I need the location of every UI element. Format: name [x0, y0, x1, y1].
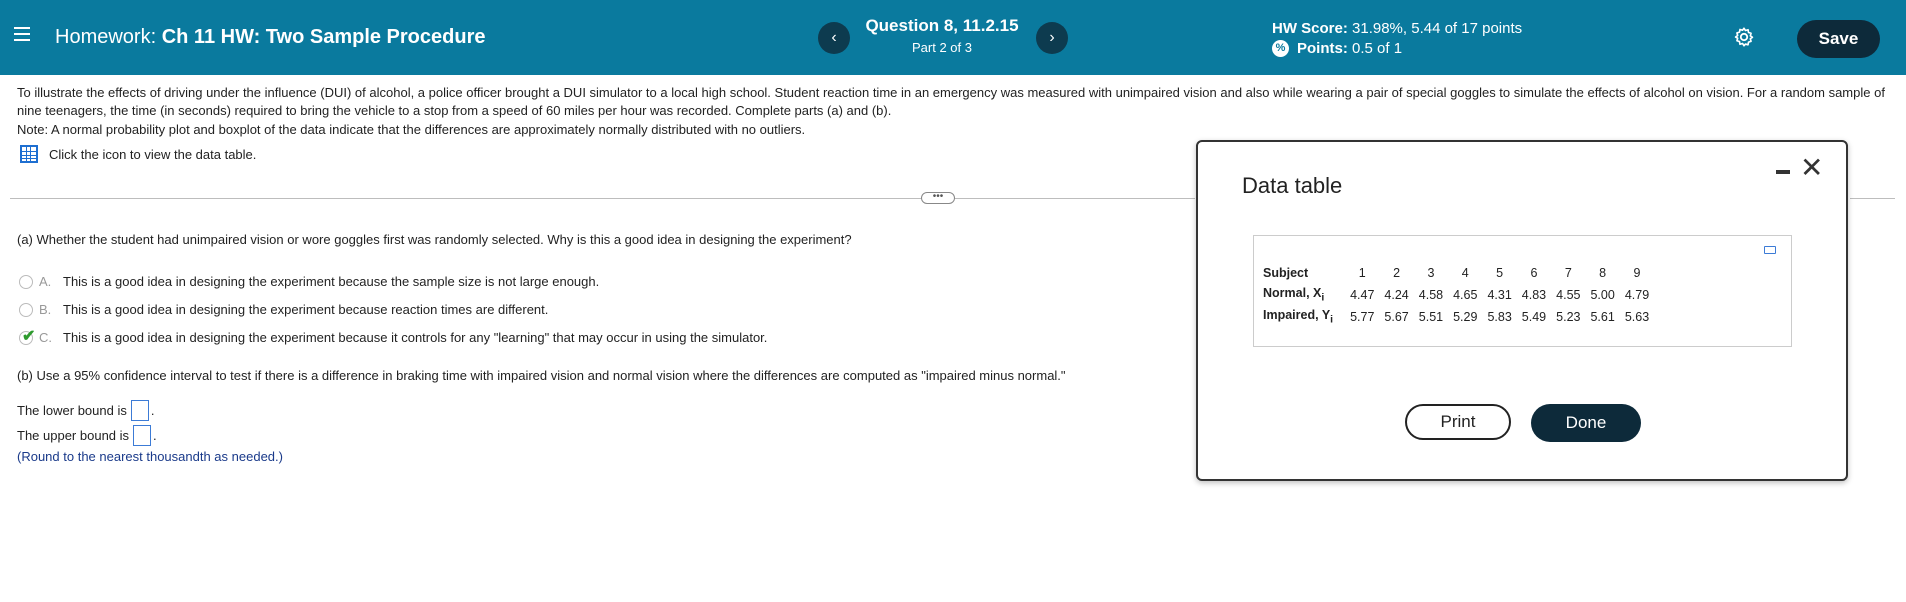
top-bar: Homework: Ch 11 HW: Two Sample Procedure… [0, 0, 1906, 75]
table-cell: 5.77 [1350, 310, 1375, 324]
table-cell: 7 [1564, 266, 1572, 280]
question-title: Question 8, 11.2.15 [865, 16, 1019, 35]
menu-icon[interactable] [14, 27, 30, 41]
table-cell: 6 [1530, 266, 1538, 280]
table-cell: 4.55 [1556, 288, 1581, 302]
lower-bound-input[interactable] [130, 400, 149, 421]
row-header: Subject [1263, 266, 1309, 280]
expand-table-icon[interactable] [1764, 246, 1776, 254]
homework-prefix: Homework: [55, 26, 157, 48]
points: % Points: 0.5 of 1 [1272, 40, 1402, 57]
hw-score-value: 31.98%, 5.44 of 17 points [1352, 20, 1523, 37]
table-cell: 5.83 [1487, 310, 1512, 324]
done-button[interactable]: Done [1531, 404, 1641, 442]
lower-bound-row: The lower bound is . [17, 400, 154, 421]
data-table-dialog: Data table ✕ Subject 1 2 3 4 5 6 7 8 9 Normal, Xi 4… [1196, 140, 1848, 481]
upper-bound-label: The upper bound is [17, 428, 130, 443]
row-header: Impaired, Yi [1263, 308, 1334, 326]
table-cell: 4.58 [1418, 288, 1444, 302]
dialog-title: Data table [1242, 173, 1343, 198]
table-cell: 4.24 [1384, 288, 1409, 302]
radio-button[interactable] [19, 274, 33, 289]
option-text: This is a good idea in designing the exp… [63, 274, 600, 289]
table-cell: 5 [1496, 266, 1504, 280]
option-letter: C. [39, 330, 52, 345]
option-c[interactable]: ✔ C. This is a good idea in designing th… [19, 328, 768, 345]
radio-button[interactable] [19, 302, 33, 317]
table-cell: 4.79 [1624, 288, 1650, 302]
option-text: This is a good idea in designing the exp… [63, 302, 549, 317]
table-cell: 9 [1633, 266, 1641, 280]
minimize-icon[interactable] [1776, 170, 1790, 174]
hw-score: HW Score: 31.98%, 5.44 of 17 points [1272, 20, 1522, 37]
table-cell: 5.00 [1590, 288, 1615, 302]
hw-score-label: HW Score: [1272, 20, 1348, 37]
table-cell: 4.65 [1453, 288, 1478, 302]
row-header: Normal, Xi [1263, 286, 1325, 304]
upper-bound-input[interactable] [133, 425, 152, 446]
data-table-link-text: Click the icon to view the data table. [49, 146, 257, 162]
section-divider [10, 198, 1195, 199]
expand-toggle-button[interactable]: ••• [921, 192, 955, 204]
table-cell: 1 [1358, 266, 1366, 280]
table-cell: 2 [1393, 266, 1401, 280]
rounding-instruction: (Round to the nearest thousandth as need… [17, 449, 283, 464]
table-cell: 4.47 [1350, 288, 1375, 302]
lower-bound-label: The lower bound is [17, 403, 127, 418]
option-letter: B. [39, 302, 52, 317]
homework-title: Homework: Ch 11 HW: Two Sample Procedure [55, 26, 485, 49]
settings-gear-icon[interactable] [1733, 26, 1755, 48]
upper-bound-row: The upper bound is . [17, 425, 157, 446]
table-cell: 3 [1427, 266, 1435, 280]
table-cell: 5.67 [1384, 310, 1409, 324]
table-cell: 5.29 [1453, 310, 1478, 324]
partial-credit-icon: % [1272, 40, 1289, 57]
table-cell: 4 [1461, 266, 1469, 280]
question-intro: To illustrate the effects of driving und… [17, 85, 1885, 118]
option-letter: A. [39, 274, 52, 289]
table-icon[interactable] [20, 145, 38, 163]
radio-button-selected[interactable]: ✔ [19, 328, 35, 345]
table-cell: 8 [1599, 266, 1607, 280]
close-icon[interactable]: ✕ [1800, 154, 1823, 182]
table-cell: 4.83 [1521, 288, 1547, 302]
question-note: Note: A normal probability plot and boxp… [17, 122, 806, 137]
table-cell: 5.23 [1556, 310, 1581, 324]
data-table: Subject 1 2 3 4 5 6 7 8 9 Normal, Xi 4.47 4.24 4.58 4.… [1259, 262, 1654, 328]
homework-name: Ch 11 HW: Two Sample Procedure [161, 26, 486, 48]
table-cell: 5.49 [1521, 310, 1547, 324]
table-cell: 4.31 [1487, 288, 1512, 302]
part-a-prompt: (a) Whether the student had unimpaired v… [17, 232, 852, 247]
option-a[interactable]: A. This is a good idea in designing the … [19, 274, 599, 289]
data-table-container: Subject 1 2 3 4 5 6 7 8 9 Normal, Xi 4.47 4.24 4.58 4.… [1253, 235, 1792, 347]
option-b[interactable]: B. This is a good idea in designing the … [19, 302, 548, 317]
points-label: Points: [1297, 40, 1348, 57]
option-text: This is a good idea in designing the exp… [63, 330, 768, 345]
points-value: 0.5 of 1 [1352, 40, 1403, 57]
table-cell: 5.63 [1624, 310, 1650, 324]
table-cell: 5.61 [1590, 310, 1615, 324]
save-button[interactable]: Save [1797, 20, 1880, 58]
checkmark-icon: ✔ [22, 327, 36, 345]
data-table-link[interactable]: Click the icon to view the data table. [20, 145, 256, 163]
section-divider-right [1850, 198, 1895, 199]
table-row: Impaired, Yi 5.77 5.67 5.51 5.29 5.83 5.49 5.23… [1259, 306, 1654, 328]
table-row: Normal, Xi 4.47 4.24 4.58 4.65 4.31 4.83 4.55 5.… [1259, 284, 1654, 306]
table-cell: 5.51 [1418, 310, 1444, 324]
print-button[interactable]: Print [1405, 404, 1511, 440]
table-row: Subject 1 2 3 4 5 6 7 8 9 [1259, 262, 1654, 284]
part-b-prompt: (b) Use a 95% confidence interval to tes… [17, 368, 1066, 383]
next-question-button[interactable]: › [1036, 22, 1068, 54]
question-part: Part 2 of 3 [912, 40, 972, 55]
